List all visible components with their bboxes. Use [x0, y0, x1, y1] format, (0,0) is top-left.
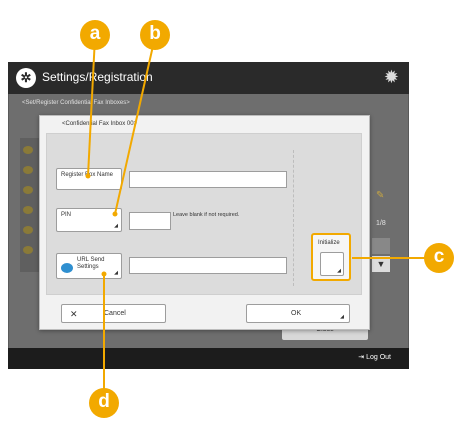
callout-lines [85, 36, 430, 394]
callout-a-dot [85, 173, 91, 179]
callout-d-dot [101, 271, 107, 277]
callout-b: b [140, 20, 170, 50]
callout-b-dot [112, 211, 118, 217]
callout-b-line [114, 36, 156, 215]
callout-a: a [80, 20, 110, 50]
callout-c: c [424, 243, 454, 273]
callout-d: d [89, 388, 119, 418]
callout-a-line [87, 36, 96, 177]
